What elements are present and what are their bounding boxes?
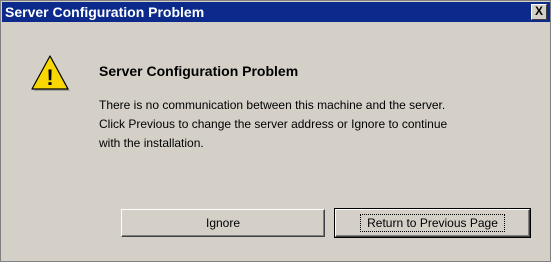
return-button-label: Return to Previous Page: [360, 214, 505, 232]
warning-icon: !: [31, 55, 70, 91]
dialog-message: There is no communication between this m…: [99, 96, 539, 153]
close-button[interactable]: X: [531, 4, 547, 20]
close-icon: X: [534, 4, 543, 18]
return-to-previous-page-button[interactable]: Return to Previous Page: [334, 208, 531, 238]
message-line: Click Previous to change the server addr…: [99, 117, 448, 131]
title-bar[interactable]: Server Configuration Problem X: [2, 2, 550, 22]
ignore-button-label: Ignore: [205, 216, 241, 230]
message-line: with the installation.: [99, 136, 204, 150]
ignore-button[interactable]: Ignore: [121, 209, 325, 237]
dialog-window: Server Configuration Problem X ! Server …: [0, 0, 551, 262]
dialog-heading: Server Configuration Problem: [99, 63, 299, 79]
window-title: Server Configuration Problem: [5, 4, 205, 20]
warning-glyph: !: [46, 65, 53, 90]
message-line: There is no communication between this m…: [99, 98, 446, 112]
